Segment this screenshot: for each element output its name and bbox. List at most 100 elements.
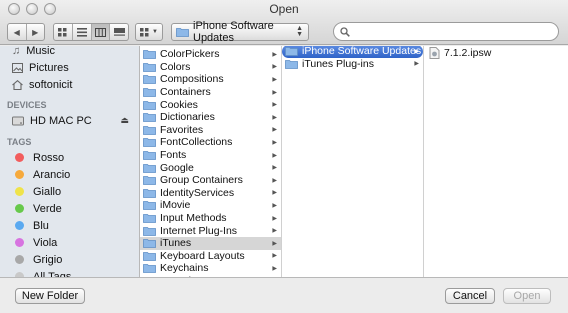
icon-view-button[interactable] — [54, 24, 72, 40]
list-item-input-methods[interactable]: Input Methods ▶ — [140, 212, 281, 225]
chevron-right-icon: ▶ — [272, 215, 277, 222]
search-field[interactable] — [333, 22, 559, 41]
column-view-button[interactable] — [90, 24, 110, 40]
folder-icon — [143, 113, 156, 123]
sidebar-item-home[interactable]: softonicit — [0, 76, 139, 93]
sidebar-tag-all-tags[interactable]: All Tags… — [0, 268, 139, 277]
list-item-label: Keychains — [160, 262, 209, 275]
arrange-button[interactable]: ▼ — [135, 23, 163, 41]
chevron-right-icon: ▶ — [414, 61, 419, 68]
chevron-right-icon: ▶ — [272, 127, 277, 134]
popup-chevron-icon: ▲ ▼ — [296, 25, 303, 38]
sidebar-tag-verde[interactable]: Verde — [0, 200, 139, 217]
eject-icon[interactable]: ⏏ — [120, 115, 129, 126]
list-item-colorpickers[interactable]: ColorPickers ▶ — [140, 48, 281, 61]
list-item-label: iTunes Plug-ins — [302, 57, 374, 70]
list-item-keychains[interactable]: Keychains ▶ — [140, 262, 281, 275]
list-item-7-1-2-ipsw[interactable]: 7.1.2.ipsw — [424, 46, 568, 60]
chevron-right-icon: ▶ — [272, 240, 277, 247]
chevron-right-icon: ▶ — [272, 51, 277, 58]
list-item-imovie[interactable]: iMovie ▶ — [140, 199, 281, 212]
list-item-fonts[interactable]: Fonts ▶ — [140, 149, 281, 162]
list-item-cookies[interactable]: Cookies ▶ — [140, 98, 281, 111]
list-item-favorites[interactable]: Favorites ▶ — [140, 124, 281, 137]
chevron-right-icon: ▶ — [272, 190, 277, 197]
list-item-label: Containers — [160, 86, 211, 99]
back-arrow-icon: ◀ — [13, 27, 20, 37]
folder-icon — [143, 251, 156, 261]
chevron-right-icon: ▶ — [272, 265, 277, 272]
sidebar-item-label: HD MAC PC — [30, 114, 92, 127]
sidebar-item-label: Giallo — [33, 185, 62, 198]
chevron-right-icon: ▶ — [272, 114, 277, 121]
column-iphone-software-updates: 7.1.2.ipsw — [424, 46, 568, 277]
list-item-label: Favorites — [160, 123, 204, 136]
sidebar-item-label: Verde — [33, 202, 62, 215]
sidebar-tag-rosso[interactable]: Rosso — [0, 149, 139, 166]
folder-icon — [143, 125, 156, 135]
folder-icon — [143, 88, 156, 97]
sidebar-tag-arancio[interactable]: Arancio — [0, 166, 139, 183]
cover-flow-icon — [113, 27, 125, 36]
folder-icon — [285, 59, 298, 69]
path-popup[interactable]: iPhone Software Updates ▲ ▼ — [171, 20, 309, 44]
list-item-itunes[interactable]: iTunes ▶ — [140, 236, 281, 250]
folder-icon — [143, 176, 156, 186]
tag-color-dot — [15, 153, 24, 162]
list-item-itunes-plug-ins[interactable]: iTunes Plug-ins ▶ — [282, 58, 423, 71]
ipsw-file-icon — [429, 47, 440, 59]
list-item-dictionaries[interactable]: Dictionaries ▶ — [140, 111, 281, 124]
forward-button[interactable]: ▶ — [25, 24, 45, 40]
open-button[interactable]: Open — [503, 288, 551, 304]
sidebar-item-music[interactable]: ♫ Music — [0, 46, 139, 59]
list-view-icon — [76, 27, 87, 37]
list-item-label: FontCollections — [160, 136, 233, 149]
chevron-right-icon: ▶ — [272, 177, 277, 184]
chevron-right-icon: ▶ — [272, 76, 277, 83]
tag-list: Rosso Arancio Giallo Verde Blu Viola Grigio All… — [0, 149, 139, 277]
sidebar-tag-giallo[interactable]: Giallo — [0, 183, 139, 200]
list-item-containers[interactable]: Containers ▶ — [140, 86, 281, 99]
path-popup-label: iPhone Software Updates — [193, 20, 274, 44]
chevron-right-icon: ▶ — [272, 202, 277, 209]
new-folder-button[interactable]: New Folder — [15, 288, 85, 304]
sidebar-item-pictures[interactable]: Pictures — [0, 59, 139, 76]
sidebar-tag-blu[interactable]: Blu — [0, 217, 139, 234]
folder-icon — [143, 163, 156, 173]
sidebar-item-hd-mac-pc[interactable]: HD MAC PC ⏏ — [0, 112, 139, 129]
home-icon — [12, 79, 23, 90]
list-item-label: iPhone Software Updates — [302, 46, 422, 58]
folder-icon — [143, 201, 156, 211]
open-dialog: Open ◀ ▶ ▼ iPhone Software Updates ▲ ▼ ♫… — [0, 0, 568, 313]
list-item-fontcollections[interactable]: FontCollections ▶ — [140, 136, 281, 149]
sidebar-item-label: Rosso — [33, 151, 65, 164]
sidebar-item-label: softonicit — [29, 78, 73, 91]
back-button[interactable]: ◀ — [8, 24, 26, 40]
folder-icon — [143, 214, 156, 223]
search-input[interactable] — [354, 25, 544, 38]
cancel-button[interactable]: Cancel — [445, 288, 495, 304]
list-item-keyboard-layouts[interactable]: Keyboard Layouts ▶ — [140, 250, 281, 263]
list-item-label: iMovie — [160, 199, 191, 212]
arrange-icon — [140, 27, 149, 36]
sidebar-tag-viola[interactable]: Viola — [0, 234, 139, 251]
tag-color-dot — [15, 255, 24, 264]
list-item-label: Compositions — [160, 73, 224, 86]
sidebar-tag-grigio[interactable]: Grigio — [0, 251, 139, 268]
list-item-compositions[interactable]: Compositions ▶ — [140, 73, 281, 86]
navigation-buttons: ◀ ▶ — [7, 23, 45, 41]
list-item-internet-plug-ins[interactable]: Internet Plug-Ins ▶ — [140, 224, 281, 237]
folder-icon — [285, 47, 298, 57]
list-item-group-containers[interactable]: Group Containers ▶ — [140, 174, 281, 187]
list-view-button[interactable] — [71, 24, 91, 40]
list-item-label: Input Methods — [160, 212, 227, 225]
sidebar-item-label: Arancio — [33, 168, 71, 181]
list-item-google[interactable]: Google ▶ — [140, 161, 281, 174]
list-item-colors[interactable]: Colors ▶ — [140, 61, 281, 74]
chevron-right-icon: ▶ — [272, 253, 277, 260]
list-item-identityservices[interactable]: IdentityServices ▶ — [140, 187, 281, 200]
list-item-label: 7.1.2.ipsw — [444, 47, 492, 59]
list-item-iphone-software-updates[interactable]: iPhone Software Updates ▶ — [282, 46, 423, 58]
chevron-right-icon: ▶ — [272, 89, 277, 96]
cover-flow-view-button[interactable] — [109, 24, 128, 40]
